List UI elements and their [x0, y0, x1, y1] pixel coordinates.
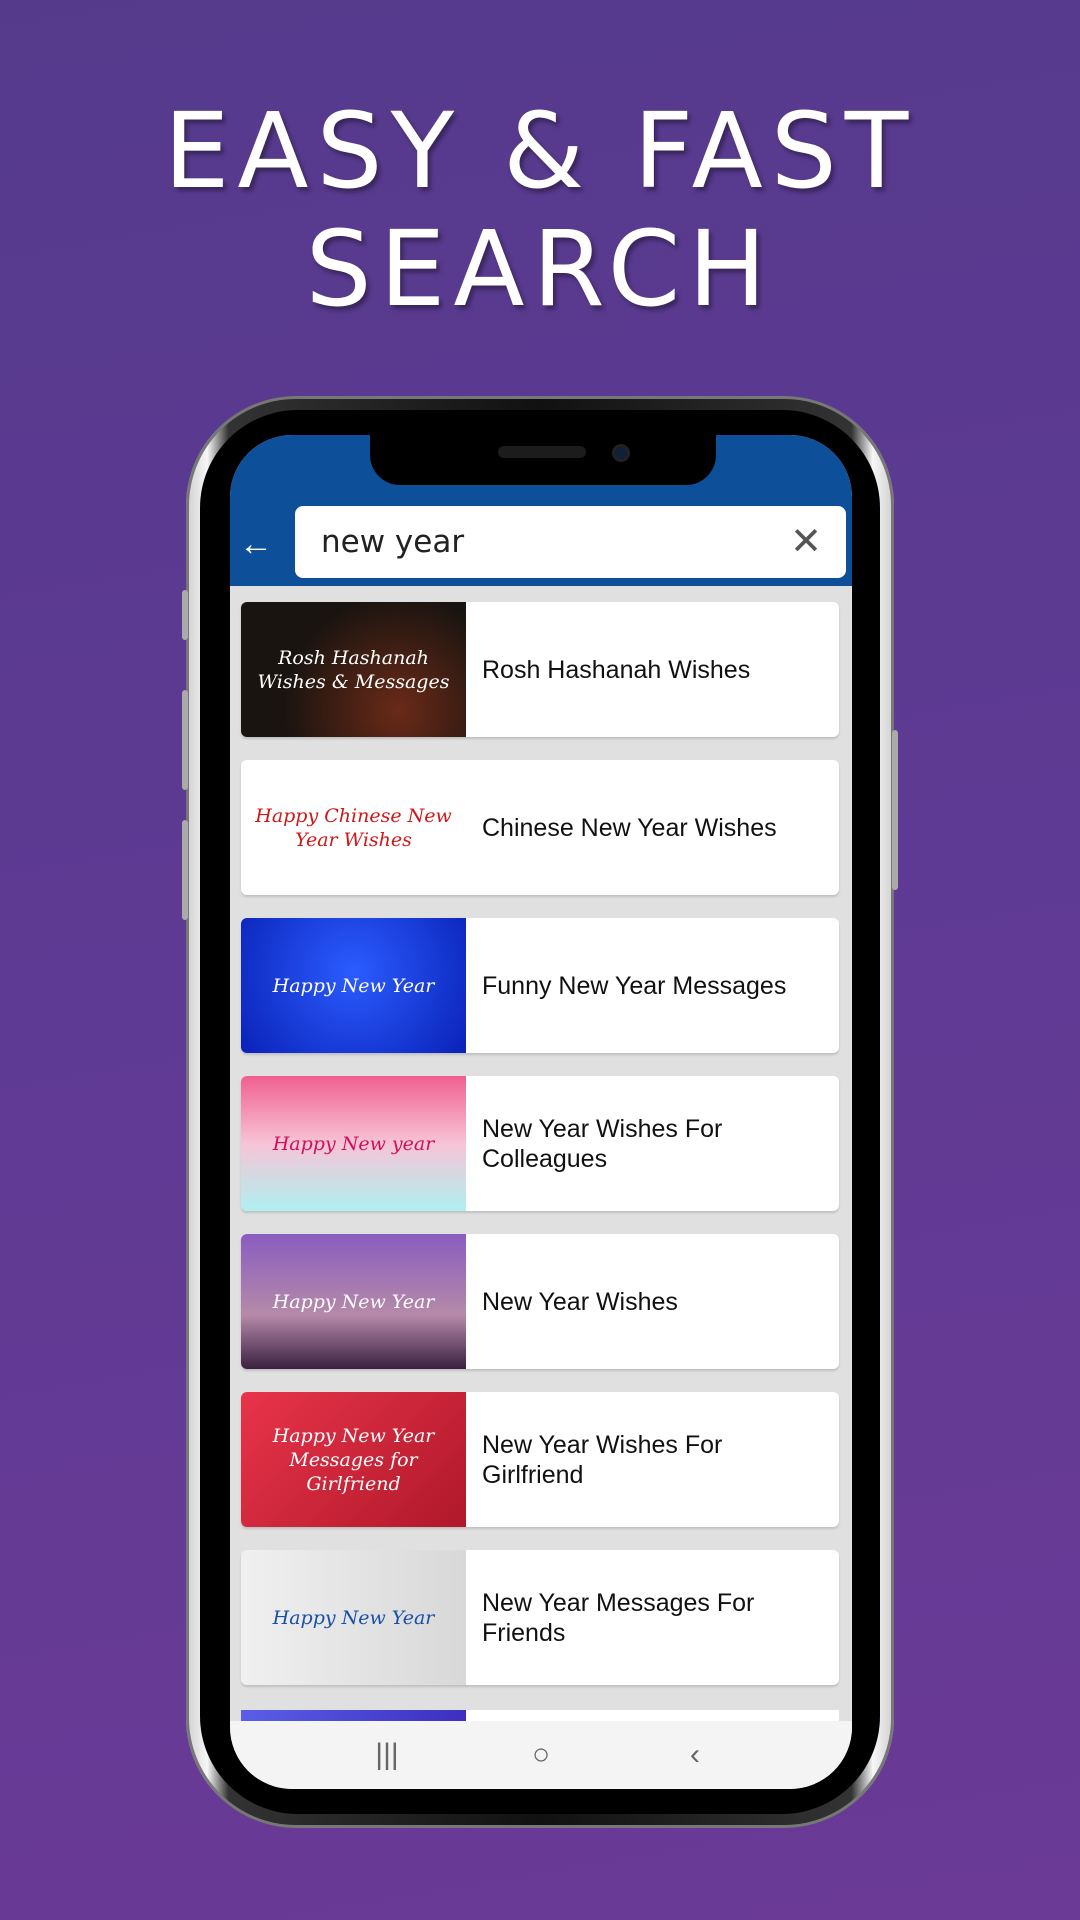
result-thumbnail: Happy Chinese New Year Wishes: [241, 760, 466, 895]
result-thumbnail: Happy New Year: [241, 1550, 466, 1685]
search-box: ✕: [295, 506, 846, 578]
result-thumbnail: Happy New Year: [241, 918, 466, 1053]
headline-line-1: EASY & FAST: [163, 90, 917, 212]
phone-volume-up: [182, 690, 188, 790]
result-card[interactable]: Happy New Year Funny New Year Messages: [241, 918, 839, 1053]
result-title: Funny New Year Messages: [482, 971, 787, 1000]
result-thumbnail: Happy New year: [241, 1076, 466, 1211]
phone-screen: ← ✕ Rosh Hashanah Wishes & MessagesRosh …: [230, 435, 852, 1789]
home-icon[interactable]: ○: [511, 1738, 571, 1772]
recents-icon[interactable]: |||: [357, 1738, 417, 1772]
back-icon[interactable]: ‹: [665, 1738, 725, 1772]
notch: [370, 435, 716, 485]
search-toolbar: ← ✕: [230, 502, 852, 586]
result-card[interactable]: Happy New year New Year Wishes For Collea…: [241, 1076, 839, 1211]
result-thumbnail: Happy New Year: [241, 1234, 466, 1369]
result-thumbnail: Happy New Year Messages for Girlfriend: [241, 1392, 466, 1527]
result-card[interactable]: Rosh Hashanah Wishes & Messages Rosh Hash…: [241, 602, 839, 737]
result-card[interactable]: Happy New Year Messages for Girlfriend Ne…: [241, 1392, 839, 1527]
arrow-left-icon[interactable]: ←: [234, 522, 278, 566]
result-card[interactable]: Happy New Year New Year Wishes: [241, 1234, 839, 1369]
phone-volume-down: [182, 820, 188, 920]
close-icon[interactable]: ✕: [784, 520, 828, 564]
result-title: Chinese New Year Wishes: [482, 813, 777, 842]
result-title: New Year Messages For Friends: [482, 1588, 755, 1647]
result-title: New Year Wishes For Girlfriend: [482, 1430, 723, 1489]
result-title: New Year Wishes: [482, 1287, 678, 1316]
result-title: Rosh Hashanah Wishes: [482, 655, 751, 684]
result-title: New Year Wishes For Colleagues: [482, 1114, 723, 1173]
result-card[interactable]: Happy Chinese New Year Wishes Chinese New…: [241, 760, 839, 895]
headline-line-2: SEARCH: [305, 208, 775, 330]
speaker: [498, 446, 586, 458]
results-list: Rosh Hashanah Wishes & Messages Rosh Hash…: [241, 602, 839, 1708]
status-bar: [230, 435, 852, 505]
phone-side-button: [182, 590, 188, 640]
result-card[interactable]: Happy New Year New Year Messages For Frie…: [241, 1550, 839, 1685]
headline: EASY & FAST SEARCH: [0, 92, 1080, 328]
camera-icon: [612, 444, 630, 462]
system-nav-bar: ||| ○ ‹: [230, 1721, 852, 1789]
phone-power-button: [892, 730, 898, 890]
search-input[interactable]: [321, 506, 761, 578]
result-thumbnail: Rosh Hashanah Wishes & Messages: [241, 602, 466, 737]
